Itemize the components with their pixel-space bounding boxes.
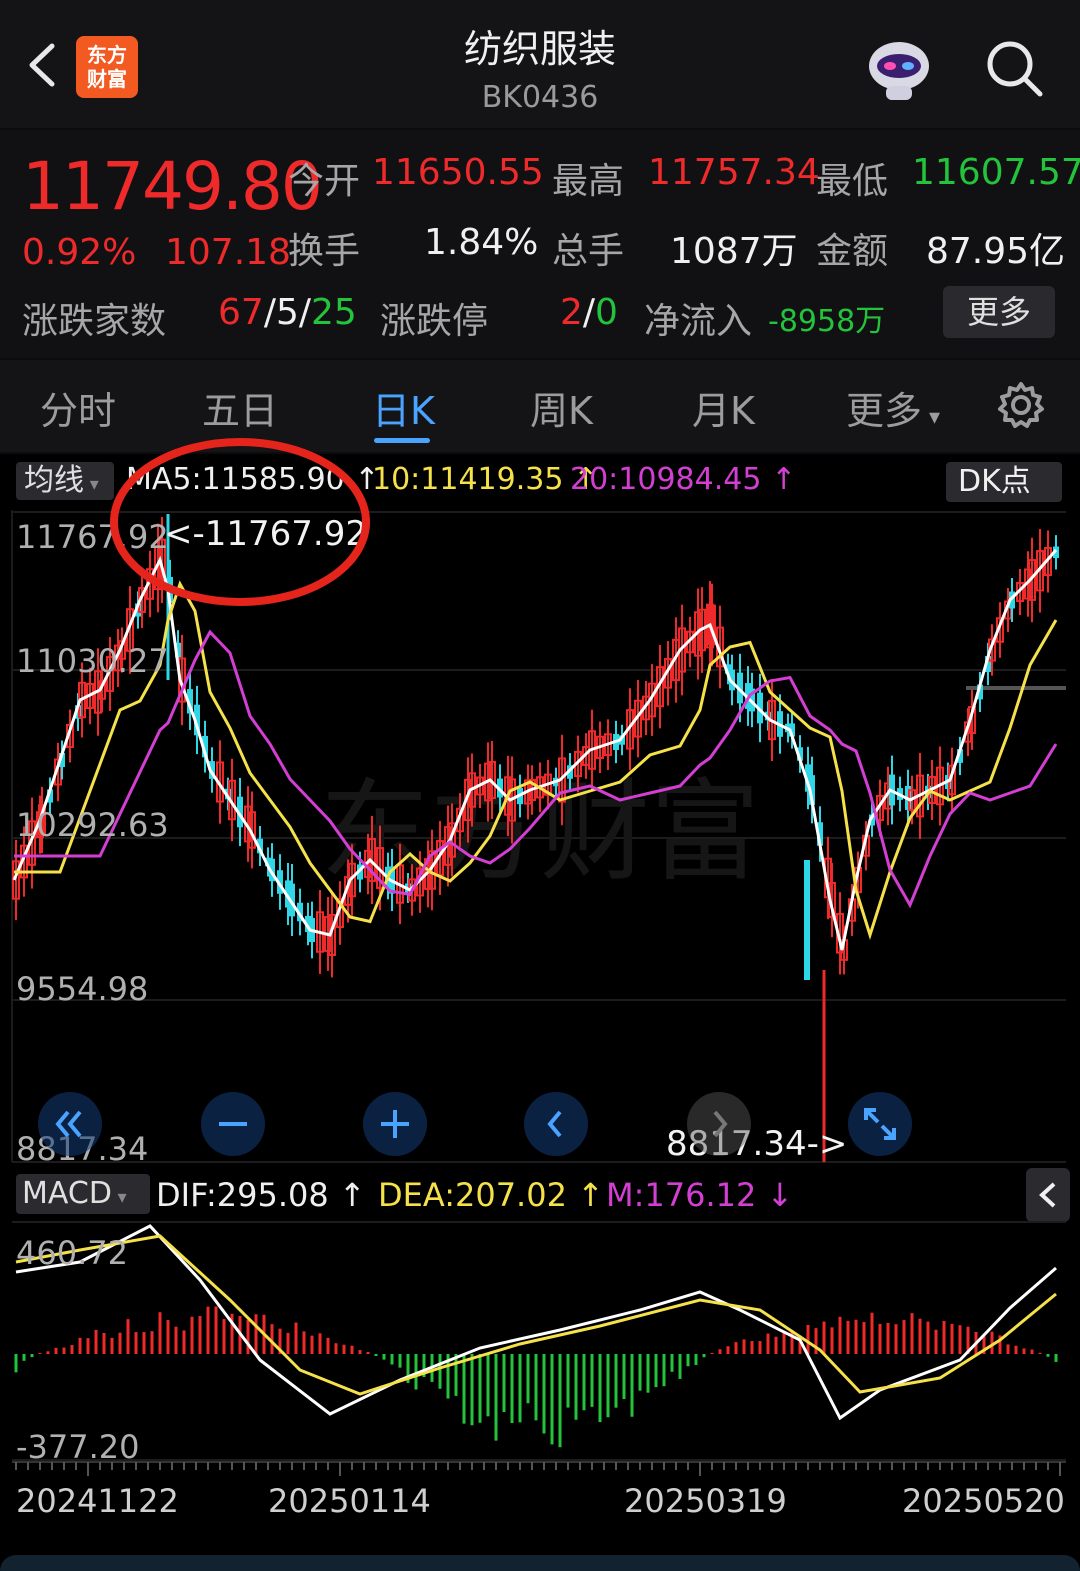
ma20-value: 20:10984.45 [570, 462, 762, 497]
limit-label: 涨跌停 [380, 301, 489, 342]
assistant-robot-icon[interactable] [862, 36, 936, 104]
open-label: 今开 [288, 161, 361, 202]
volume-label: 总手 [552, 231, 625, 272]
limit-values: 2/0 [560, 292, 618, 333]
tab-five-day[interactable]: 五日 [202, 380, 278, 435]
candle-down [804, 860, 810, 980]
limit-down: 0 [595, 292, 618, 333]
tab-intraday[interactable]: 分时 [40, 380, 116, 435]
fullscreen-button[interactable] [848, 1092, 912, 1156]
indicator-selector-button[interactable]: MACD ▾ [16, 1174, 150, 1214]
amount-value: 87.95亿 [926, 231, 1066, 272]
scroll-far-left-button[interactable] [38, 1092, 102, 1156]
ma-selector-button[interactable]: 均线 ▾ [16, 462, 114, 500]
highlight-circle [110, 438, 370, 606]
tab-weekly-k[interactable]: 周K [530, 380, 593, 435]
expand-icon [864, 1108, 896, 1140]
volume-value: 1087万 [670, 231, 798, 272]
change-percent: 0.92% [22, 232, 137, 273]
bottom-sheet-edge [0, 1555, 1080, 1571]
y-label-4: 9554.98 [16, 970, 149, 1008]
zoom-in-button[interactable] [363, 1092, 427, 1156]
dea-legend: DEA:207.02 ↑ [378, 1176, 604, 1214]
chevron-right-icon [713, 1110, 728, 1138]
tab-more-label: 更多 [846, 389, 923, 433]
breadth-flat: 5 [275, 292, 299, 333]
high-label: 最高 [552, 161, 625, 202]
x-label-1: 20241122 [16, 1482, 179, 1520]
ma10-value: 10:11419.35 [372, 462, 564, 497]
minus-icon [219, 1122, 247, 1126]
dk-point-button[interactable]: DK点 [946, 462, 1062, 502]
double-chevron-left-icon [55, 1110, 82, 1138]
m-legend: M:176.12 ↓ [606, 1176, 794, 1214]
breadth-values: 67/5/25 [218, 292, 357, 333]
last-price: 11749.80 [22, 148, 323, 225]
dif-value: DIF:295.08 [156, 1176, 329, 1214]
high-value: 11757.34 [648, 152, 820, 193]
tab-monthly-k[interactable]: 月K [692, 380, 755, 435]
breadth-down: 25 [311, 292, 357, 333]
breadth-label: 涨跌家数 [22, 301, 167, 342]
active-tab-indicator [374, 438, 430, 443]
ma20-legend: 20:10984.45 ↑ [570, 462, 797, 497]
tab-more[interactable]: 更多 ▾ [846, 380, 940, 435]
low-value: 11607.57 [912, 152, 1080, 193]
x-label-2: 20250114 [268, 1482, 431, 1520]
scroll-right-button[interactable] [687, 1092, 751, 1156]
inflow-label: 净流入 [644, 301, 753, 342]
limit-up: 2 [560, 292, 583, 333]
chevron-left-icon [1039, 1182, 1056, 1208]
inflow-value: -8958万 [768, 304, 886, 339]
collapse-panel-button[interactable] [1026, 1168, 1070, 1222]
dropdown-caret-icon: ▾ [84, 474, 99, 495]
ma10-legend: 10:11419.35 ↑ [372, 462, 599, 497]
turnover-value: 1.84% [424, 222, 539, 263]
change-value: 107.18 [165, 232, 291, 273]
dropdown-caret-icon: ▾ [922, 405, 941, 430]
plus-icon [381, 1110, 409, 1138]
zoom-out-button[interactable] [201, 1092, 265, 1156]
amount-label: 金额 [816, 231, 889, 272]
breadth-up: 67 [218, 292, 264, 333]
y-label-2: 11030.27 [16, 642, 169, 680]
dif-legend: DIF:295.08 ↑ [156, 1176, 366, 1214]
m-value: M:176.12 [606, 1176, 757, 1214]
chevron-left-icon [547, 1110, 562, 1138]
ma-selector-label: 均线 [24, 463, 84, 498]
open-value: 11650.55 [372, 152, 544, 193]
y-label-3: 10292.63 [16, 806, 169, 844]
scroll-left-button[interactable] [524, 1092, 588, 1156]
indicator-selector-label: MACD [22, 1176, 112, 1211]
x-label-3: 20250319 [624, 1482, 787, 1520]
low-label: 最低 [816, 161, 889, 202]
macd-y-label-top: 460.72 [16, 1234, 128, 1272]
turnover-label: 换手 [288, 231, 361, 272]
search-icon[interactable] [984, 38, 1044, 98]
macd-chart[interactable] [0, 1220, 1080, 1464]
tab-daily-k[interactable]: 日K [372, 380, 435, 435]
dea-value: DEA:207.02 [378, 1176, 567, 1214]
settings-gear-icon[interactable] [996, 380, 1046, 430]
more-button[interactable]: 更多 [943, 286, 1055, 338]
time-axis-ticks [12, 1461, 1066, 1476]
dropdown-caret-icon: ▾ [111, 1187, 127, 1208]
x-label-4: 20250520 [902, 1482, 1065, 1520]
